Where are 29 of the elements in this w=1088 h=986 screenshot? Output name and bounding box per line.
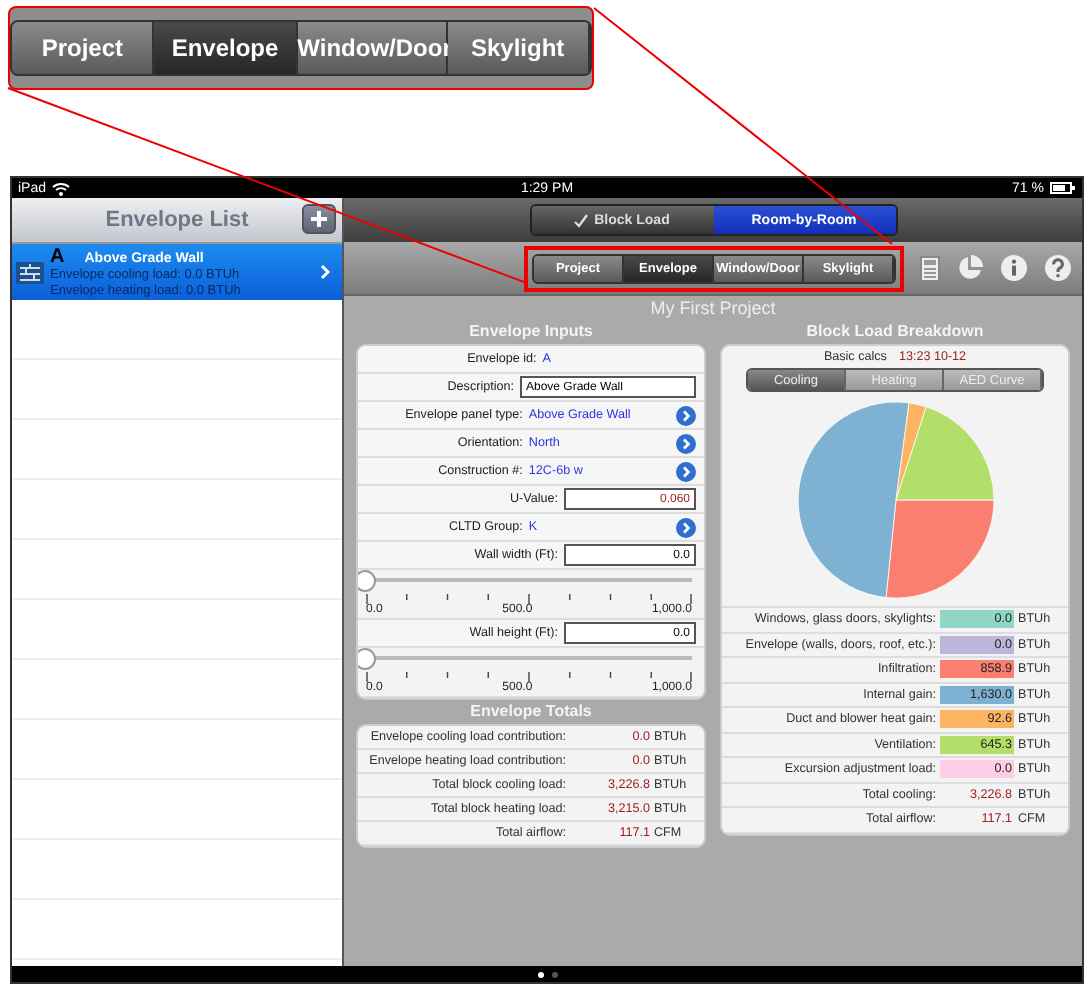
slider-thumb[interactable] — [358, 570, 376, 592]
info-icon[interactable] — [1000, 254, 1028, 282]
disclosure-icon[interactable] — [676, 461, 696, 481]
disclosure-icon[interactable] — [676, 433, 696, 453]
disclosure-icon[interactable] — [676, 517, 696, 537]
project-title: My First Project — [648, 296, 778, 320]
tab[interactable]: Envelope — [154, 22, 298, 74]
page-dot[interactable] — [551, 971, 557, 977]
pie-chart-icon[interactable] — [956, 254, 984, 282]
tab[interactable]: Project — [12, 22, 155, 74]
calculator-icon[interactable] — [920, 255, 940, 281]
wifi-icon — [52, 181, 71, 195]
section-title: Block Load Breakdown — [804, 320, 986, 344]
page-dot[interactable] — [537, 971, 543, 977]
envelope-letter: A — [50, 245, 65, 267]
section-title: Envelope Inputs — [467, 320, 595, 344]
help-icon[interactable] — [1044, 254, 1072, 282]
disclosure-icon[interactable] — [676, 405, 696, 425]
section-title: Envelope Totals — [468, 700, 594, 724]
battery-icon — [1049, 182, 1076, 194]
sidebar-title: Envelope List — [105, 208, 249, 232]
plus-icon — [310, 210, 328, 228]
slider-thumb[interactable] — [358, 648, 376, 670]
chevron-icon — [320, 264, 330, 280]
tab[interactable]: Skylight — [447, 22, 590, 74]
add-button[interactable] — [302, 204, 336, 234]
wall-icon — [16, 261, 44, 283]
tab[interactable]: Window/Door — [297, 22, 448, 74]
check-icon — [574, 213, 589, 227]
